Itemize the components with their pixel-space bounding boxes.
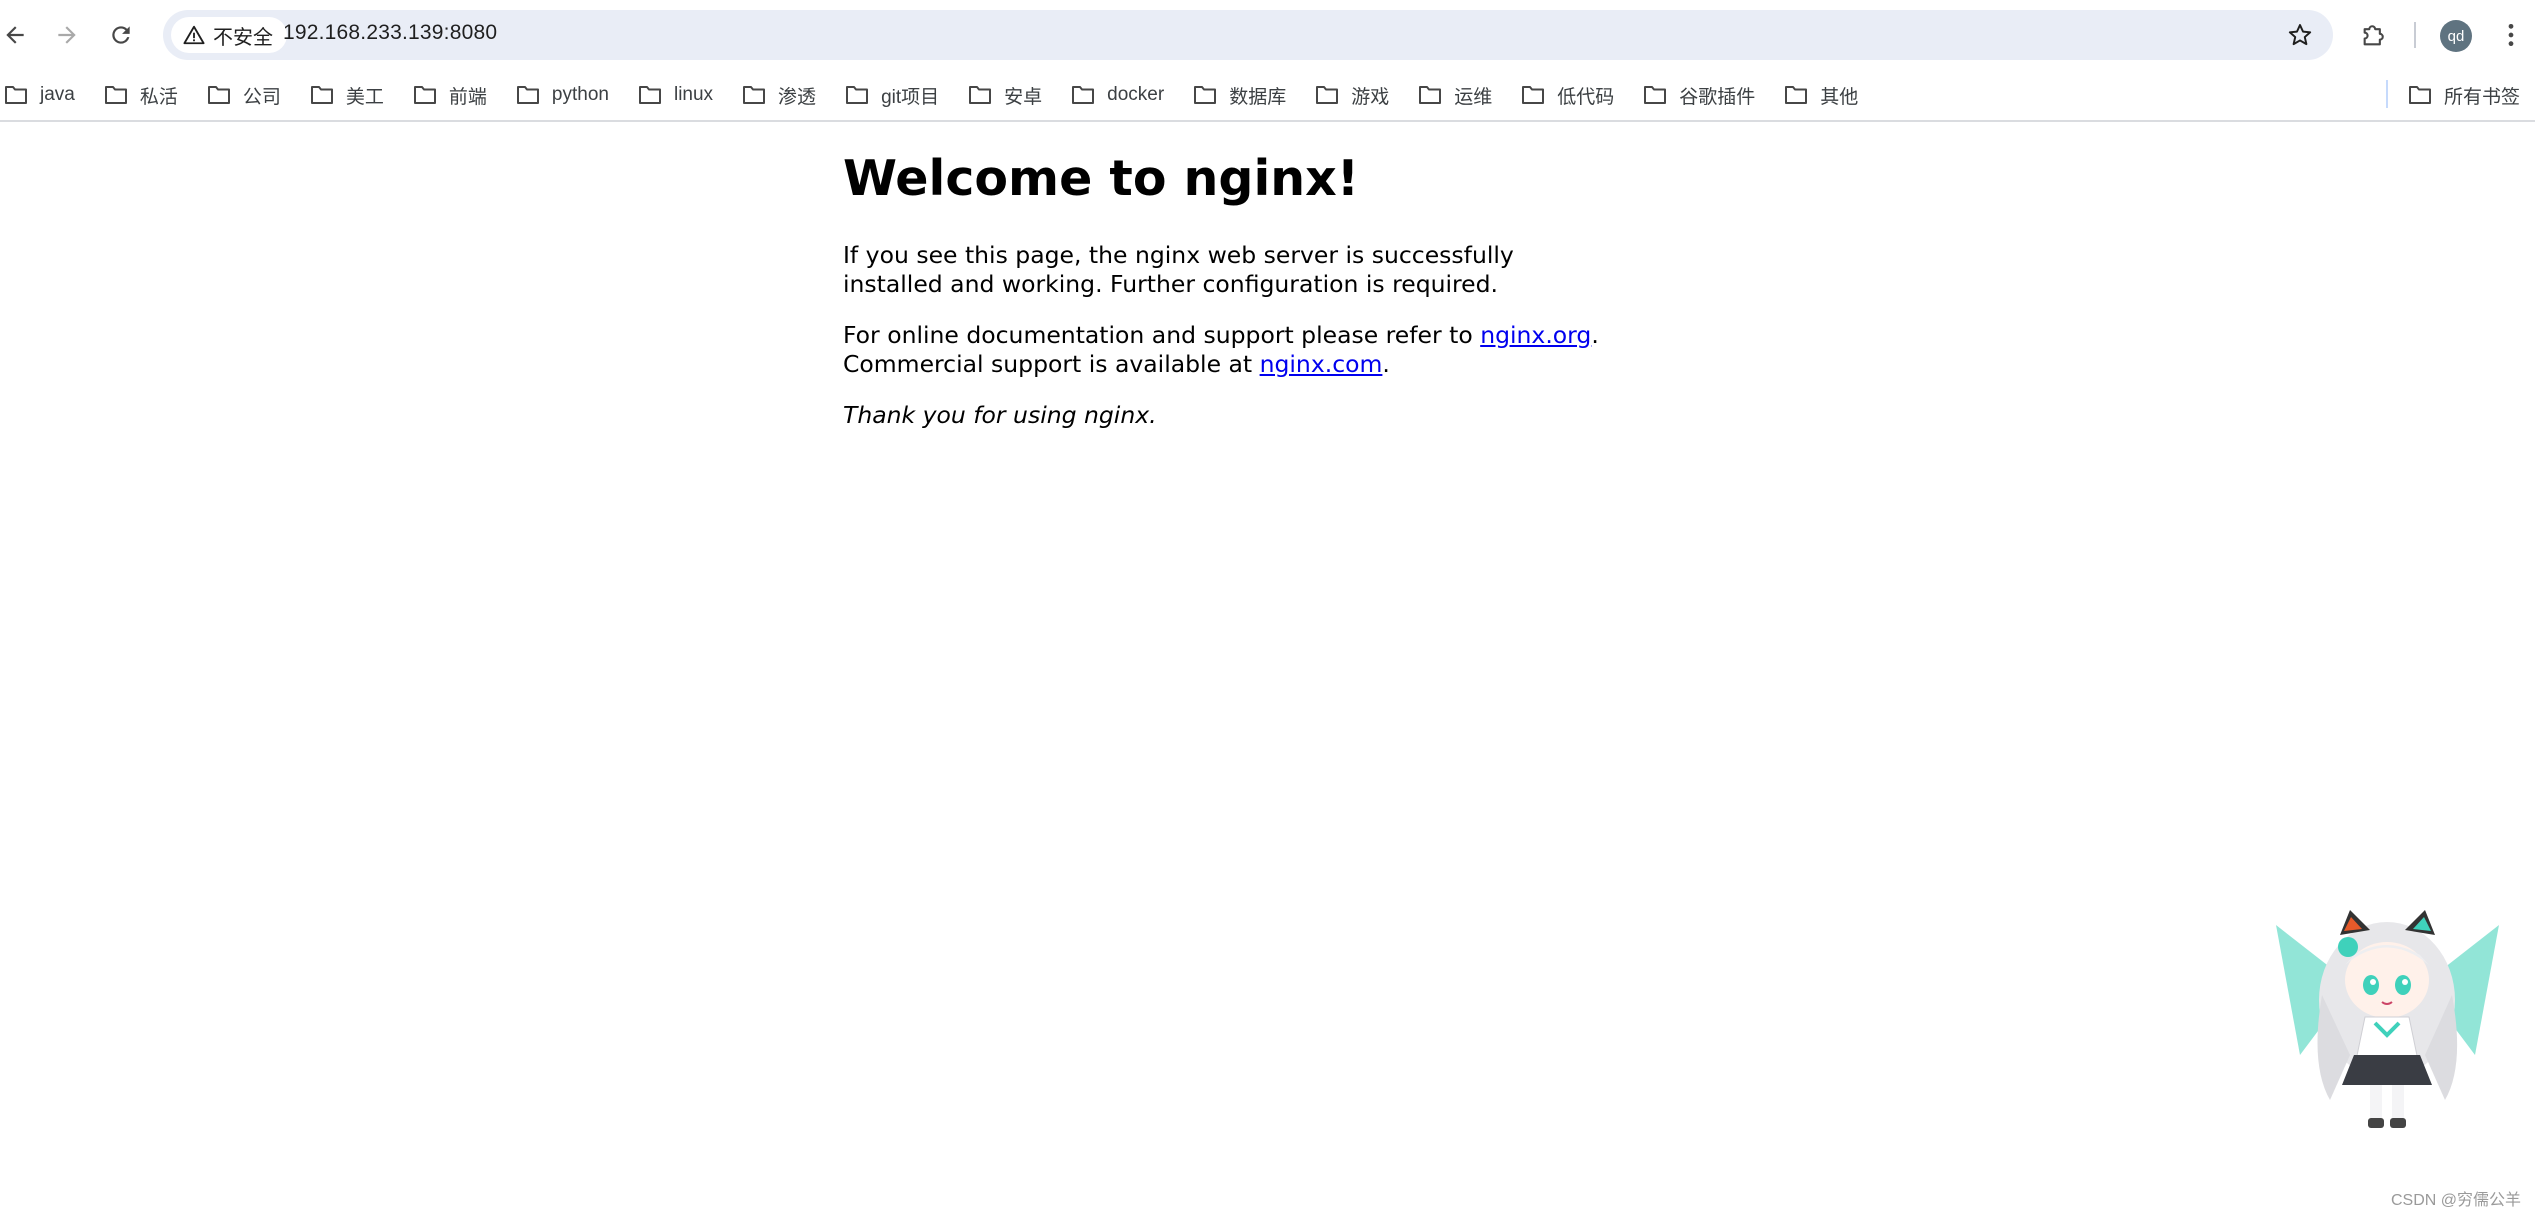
csdn-watermark: CSDN @穷儒公羊 xyxy=(2390,1192,2521,1209)
folder-icon xyxy=(207,86,230,104)
bookmark-folder[interactable]: python xyxy=(514,75,619,115)
bookmark-label: 安卓 xyxy=(1004,86,1043,108)
bookmark-label: git项目 xyxy=(881,86,940,108)
reload-button[interactable] xyxy=(99,13,143,57)
bookmark-folder[interactable]: java xyxy=(2,75,85,115)
page-title: Welcome to nginx! xyxy=(843,150,1360,207)
security-label: 不安全 xyxy=(213,26,273,49)
folder-icon xyxy=(846,86,869,104)
arrow-right-icon xyxy=(58,26,76,44)
bookmark-label: 数据库 xyxy=(1229,86,1287,108)
browser-toolbar: 不安全 192.168.233.139:8080 qd xyxy=(0,0,2535,70)
back-button[interactable] xyxy=(0,13,37,57)
bookmark-folder[interactable]: 数据库 xyxy=(1191,75,1296,115)
bookmark-folder[interactable]: 游戏 xyxy=(1313,75,1399,115)
folder-icon xyxy=(310,86,333,104)
all-bookmarks-label: 所有书签 xyxy=(2444,86,2521,108)
bookmark-folder[interactable]: git项目 xyxy=(843,75,949,115)
bookmark-label: java xyxy=(40,84,75,105)
security-indicator[interactable]: 不安全 xyxy=(171,17,287,53)
nginx-org-link[interactable]: nginx.org xyxy=(1480,321,1591,349)
forward-button[interactable] xyxy=(45,13,89,57)
commercial-text: Commercial support is available at xyxy=(843,349,1260,378)
folder-icon xyxy=(638,86,661,104)
extensions-button[interactable] xyxy=(2352,13,2396,57)
puzzle-icon xyxy=(2363,25,2384,46)
bookmark-label: 美工 xyxy=(345,86,384,108)
folder-icon xyxy=(104,86,127,104)
folder-icon xyxy=(1316,86,1339,104)
docs-suffix: . xyxy=(1591,320,1599,349)
bookmark-folder[interactable]: 美工 xyxy=(308,75,394,115)
browser-menu-button[interactable] xyxy=(2494,13,2528,57)
bookmark-folder[interactable]: linux xyxy=(636,75,723,115)
docs-paragraph: For online documentation and support ple… xyxy=(843,321,1603,379)
bookmarks-divider xyxy=(2386,80,2388,108)
toolbar-divider xyxy=(2414,22,2416,48)
bookmark-label: 低代码 xyxy=(1557,86,1615,108)
bookmark-label: 其他 xyxy=(1820,86,1859,108)
bookmark-label: 谷歌插件 xyxy=(1679,86,1756,108)
thanks-paragraph: Thank you for using nginx. xyxy=(843,401,1603,430)
bookmark-list: java 私活 公司 美工 前端 python linux 渗透 git项目 安卓 docker 数据… xyxy=(2,70,1885,120)
bookmark-folder[interactable]: 低代码 xyxy=(1519,75,1624,115)
intro-paragraph: If you see this page, the nginx web serv… xyxy=(843,240,1514,298)
kebab-menu-icon xyxy=(2508,23,2514,47)
bookmark-folder[interactable]: 其他 xyxy=(1782,75,1868,115)
arrow-left-icon xyxy=(6,26,24,44)
folder-icon xyxy=(5,86,27,104)
bookmark-folder[interactable]: 公司 xyxy=(205,75,291,115)
bookmark-folder[interactable]: 前端 xyxy=(411,75,497,115)
bookmark-star-button[interactable] xyxy=(2282,17,2318,53)
bookmark-label: 前端 xyxy=(448,86,487,108)
all-bookmarks-folder[interactable]: 所有书签 xyxy=(2408,75,2520,115)
bookmark-label: 渗透 xyxy=(778,86,817,108)
bookmark-folder[interactable]: 谷歌插件 xyxy=(1641,75,1765,115)
folder-icon xyxy=(1522,86,1545,104)
nginx-com-link[interactable]: nginx.com xyxy=(1260,350,1383,378)
reload-icon xyxy=(112,26,130,44)
folder-icon xyxy=(2409,86,2431,104)
folder-icon xyxy=(1194,86,1217,104)
address-bar[interactable]: 不安全 192.168.233.139:8080 xyxy=(163,10,2333,60)
bookmark-folder[interactable]: docker xyxy=(1069,75,1174,115)
folder-icon xyxy=(743,86,766,104)
bookmarks-bar: java 私活 公司 美工 前端 python linux 渗透 git项目 安卓 docker 数据… xyxy=(0,70,2535,122)
bookmark-label: docker xyxy=(1107,84,1165,105)
bookmark-folder[interactable]: 渗透 xyxy=(740,75,826,115)
folder-icon xyxy=(1072,86,1095,104)
docs-text: For online documentation and support ple… xyxy=(843,320,1481,349)
nginx-welcome-page: Welcome to nginx! If you see this page, … xyxy=(843,150,1603,452)
bookmark-label: 公司 xyxy=(242,86,281,108)
thanks-text: Thank you for using nginx. xyxy=(843,400,1157,429)
warning-triangle-icon xyxy=(183,25,205,45)
bookmark-folder[interactable]: 私活 xyxy=(102,75,188,115)
folder-icon xyxy=(1785,86,1808,104)
folder-icon xyxy=(1419,86,1442,104)
bookmark-label: 私活 xyxy=(139,86,178,108)
folder-icon xyxy=(1644,86,1667,104)
folder-icon xyxy=(969,86,992,104)
bookmark-label: python xyxy=(551,84,609,105)
mascot-widget[interactable] xyxy=(2270,905,2505,1135)
bookmark-label: linux xyxy=(673,84,714,105)
bookmark-folder[interactable]: 安卓 xyxy=(966,75,1052,115)
profile-avatar[interactable]: qd xyxy=(2440,20,2472,52)
bookmark-label: 运维 xyxy=(1454,86,1493,108)
folder-icon xyxy=(413,86,436,104)
url-text[interactable]: 192.168.233.139:8080 xyxy=(283,21,497,45)
bookmark-folder[interactable]: 运维 xyxy=(1416,75,1502,115)
star-icon xyxy=(2288,24,2312,46)
bookmark-label: 游戏 xyxy=(1351,86,1390,108)
commercial-suffix: . xyxy=(1382,349,1390,378)
folder-icon xyxy=(516,86,539,104)
